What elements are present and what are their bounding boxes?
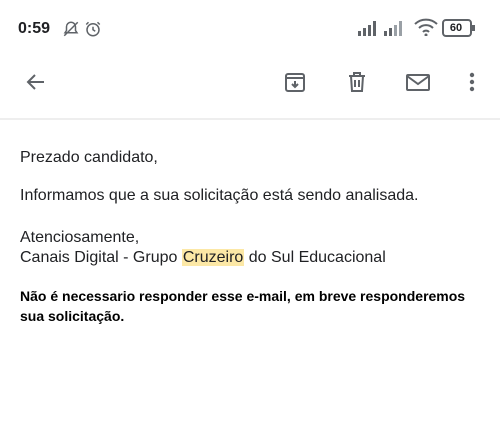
wifi-icon [414, 18, 438, 41]
email-greeting: Prezado candidato, [20, 149, 158, 166]
delete-button[interactable] [337, 56, 377, 112]
toolbar-divider [0, 118, 500, 120]
signature-text-after: do Sul Educacional [244, 249, 386, 266]
signature-text-before: Canais Digital - Grupo [20, 249, 182, 266]
signal-icon [358, 20, 380, 41]
archive-button[interactable] [275, 56, 315, 112]
archive-icon [283, 70, 307, 99]
email-signature: Canais Digital - Grupo Cruzeiro do Sul E… [20, 248, 386, 268]
delete-icon [345, 70, 369, 99]
status-time: 0:59 [18, 20, 51, 37]
alarm-icon [84, 20, 102, 43]
battery-level: 60 [449, 22, 463, 34]
email-message: Informamos que a sua solicitação está se… [20, 187, 419, 204]
toolbar [0, 56, 500, 112]
more-vert-icon [468, 70, 476, 99]
status-bar: 0:59 60 [0, 0, 500, 56]
signature-highlight: Cruzeiro [181, 249, 245, 266]
back-button[interactable] [16, 56, 56, 112]
mark-unread-button[interactable] [398, 56, 438, 112]
mark-unread-icon [405, 70, 431, 99]
email-note: Não é necessario responder esse e-mail, … [20, 288, 466, 324]
more-options-button[interactable] [452, 56, 492, 112]
email-closing: Atenciosamente, [20, 229, 140, 246]
back-arrow-icon [24, 70, 48, 99]
signal-icon [384, 20, 406, 41]
muted-bell-icon [62, 20, 80, 43]
